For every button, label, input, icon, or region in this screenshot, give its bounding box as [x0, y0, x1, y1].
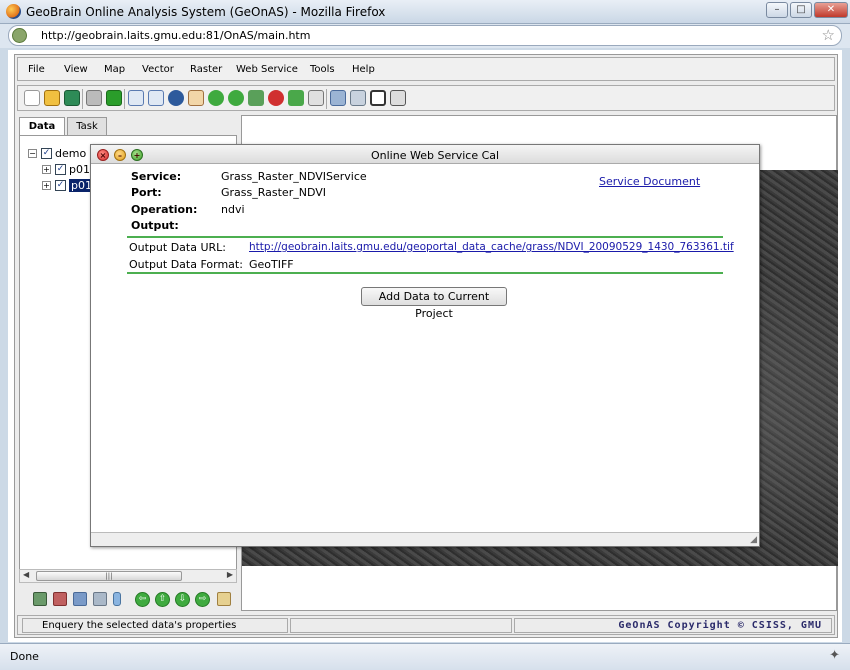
scroll-left-icon[interactable]: ◀ [23, 570, 29, 579]
save-icon[interactable] [64, 90, 80, 106]
address-bar[interactable]: http://geobrain.laits.gmu.edu:81/OnAS/ma… [8, 25, 842, 46]
refresh-map-icon[interactable] [248, 90, 264, 106]
output-url-link[interactable]: http://geobrain.laits.gmu.edu/geoportal_… [249, 241, 734, 253]
menu-vector[interactable]: Vector [142, 64, 174, 75]
layer-tools: ⇦ ⇧ ⇩ ⇨ [19, 589, 237, 611]
output-format-label: Output Data Format: [129, 258, 243, 271]
menu-help[interactable]: Help [352, 64, 375, 75]
toolbar [17, 85, 835, 111]
divider [127, 272, 723, 274]
tree-node-layer[interactable]: + ✓ p01 [42, 162, 90, 176]
site-identity-icon[interactable] [12, 28, 27, 43]
dialog-status-strip: ◢ [91, 532, 759, 546]
menu-bar: File View Map Vector Raster Web Service … [17, 57, 835, 81]
dialog-minimize-icon[interactable]: – [114, 149, 126, 161]
tree-label[interactable]: demo [55, 147, 86, 160]
add-data-button[interactable]: Add Data to Current Project [361, 287, 507, 320]
zoom-out-icon[interactable] [148, 90, 164, 106]
metadata-icon[interactable] [73, 592, 87, 606]
back-arrow-icon[interactable] [208, 90, 224, 106]
dialog-maximize-icon[interactable]: + [131, 149, 143, 161]
status-message: Enquery the selected data's properties [42, 620, 237, 631]
menu-map[interactable]: Map [104, 64, 125, 75]
move-top-icon[interactable]: ⇧ [155, 592, 170, 607]
move-bottom-icon[interactable]: ⇨ [195, 592, 210, 607]
download-icon[interactable] [106, 90, 122, 106]
dialog-title: Online Web Service Cal [371, 149, 500, 162]
navigation-bar: http://geobrain.laits.gmu.edu:81/OnAS/ma… [0, 24, 850, 48]
output-url-label: Output Data URL: [129, 241, 226, 254]
database-icon[interactable] [113, 592, 121, 606]
browser-titlebar: GeoBrain Online Analysis System (GeOnAS)… [0, 0, 850, 24]
close-window-button[interactable]: ✕ [814, 2, 848, 18]
new-document-icon[interactable] [24, 90, 40, 106]
edit-icon[interactable] [390, 90, 406, 106]
pan-hand-icon[interactable] [188, 90, 204, 106]
copyright-text: GeOnAS Copyright © CSISS, GMU [618, 620, 822, 631]
status-cell [290, 618, 512, 633]
select-rectangle-icon[interactable] [370, 90, 386, 106]
scroll-right-icon[interactable]: ▶ [227, 570, 233, 579]
horizontal-scrollbar[interactable]: ◀ ||| ▶ [19, 569, 237, 583]
operation-label: Operation: [131, 203, 198, 216]
app-status-bar: Enquery the selected data's properties G… [17, 615, 835, 635]
layer-properties-icon[interactable] [53, 592, 67, 606]
firefox-icon [6, 4, 21, 19]
properties-icon[interactable] [308, 90, 324, 106]
dialog-titlebar[interactable]: × – + Online Web Service Cal [91, 145, 759, 164]
window-title: GeoBrain Online Analysis System (GeOnAS)… [26, 5, 386, 19]
move-down-icon[interactable]: ⇩ [175, 592, 190, 607]
move-up-icon[interactable]: ⇦ [135, 592, 150, 607]
forward-arrow-icon[interactable] [228, 90, 244, 106]
output-label: Output: [131, 219, 179, 232]
expand-icon[interactable]: + [42, 164, 51, 174]
full-extent-globe-icon[interactable] [168, 90, 184, 106]
port-value: Grass_Raster_NDVI [221, 186, 326, 199]
web-service-dialog: × – + Online Web Service Cal Service: Gr… [90, 144, 760, 547]
url-text[interactable]: http://geobrain.laits.gmu.edu:81/OnAS/ma… [41, 29, 310, 42]
identify-icon[interactable] [330, 90, 346, 106]
dialog-close-icon[interactable]: × [97, 149, 109, 161]
collapse-icon[interactable]: − [28, 148, 37, 158]
scroll-thumb[interactable]: ||| [36, 571, 182, 581]
menu-raster[interactable]: Raster [190, 64, 222, 75]
service-document-link[interactable]: Service Document [599, 175, 700, 188]
query-icon[interactable] [350, 90, 366, 106]
service-value: Grass_Raster_NDVIService [221, 170, 367, 183]
wizard-icon[interactable] [217, 592, 231, 606]
menu-web-service[interactable]: Web Service [236, 64, 298, 75]
zoom-in-icon[interactable] [128, 90, 144, 106]
operation-value: ndvi [221, 203, 245, 216]
tree-node-demo[interactable]: − ✓ demo [28, 146, 86, 160]
open-folder-icon[interactable] [44, 90, 60, 106]
tree-label[interactable]: p01 [69, 163, 90, 176]
minimize-button[interactable]: – [766, 2, 788, 18]
layer-checkbox[interactable]: ✓ [55, 163, 66, 175]
expand-icon[interactable]: + [42, 180, 51, 190]
addon-icon[interactable]: ✦ [829, 648, 840, 663]
export-icon[interactable] [93, 592, 107, 606]
add-layer-icon[interactable] [33, 592, 47, 606]
port-label: Port: [131, 186, 162, 199]
tab-task[interactable]: Task [67, 117, 107, 135]
maximize-button[interactable]: □ [790, 2, 812, 18]
print-icon[interactable] [86, 90, 102, 106]
layer-checkbox[interactable]: ✓ [41, 147, 52, 159]
tree-node-layer-selected[interactable]: + ✓ p01 [42, 178, 94, 192]
layer-checkbox[interactable]: ✓ [55, 179, 66, 191]
stop-icon[interactable] [268, 90, 284, 106]
service-label: Service: [131, 170, 182, 183]
menu-view[interactable]: View [64, 64, 88, 75]
tab-data[interactable]: Data [19, 117, 65, 135]
bookmark-star-icon[interactable]: ☆ [822, 26, 835, 44]
browser-status-bar: Done ✦ [0, 643, 850, 670]
menu-file[interactable]: File [28, 64, 45, 75]
output-format-value: GeoTIFF [249, 258, 294, 271]
browser-status-text: Done [10, 650, 39, 663]
menu-tools[interactable]: Tools [310, 64, 335, 75]
reload-icon[interactable] [288, 90, 304, 106]
divider [127, 236, 723, 238]
resize-grip-icon[interactable]: ◢ [750, 535, 757, 545]
